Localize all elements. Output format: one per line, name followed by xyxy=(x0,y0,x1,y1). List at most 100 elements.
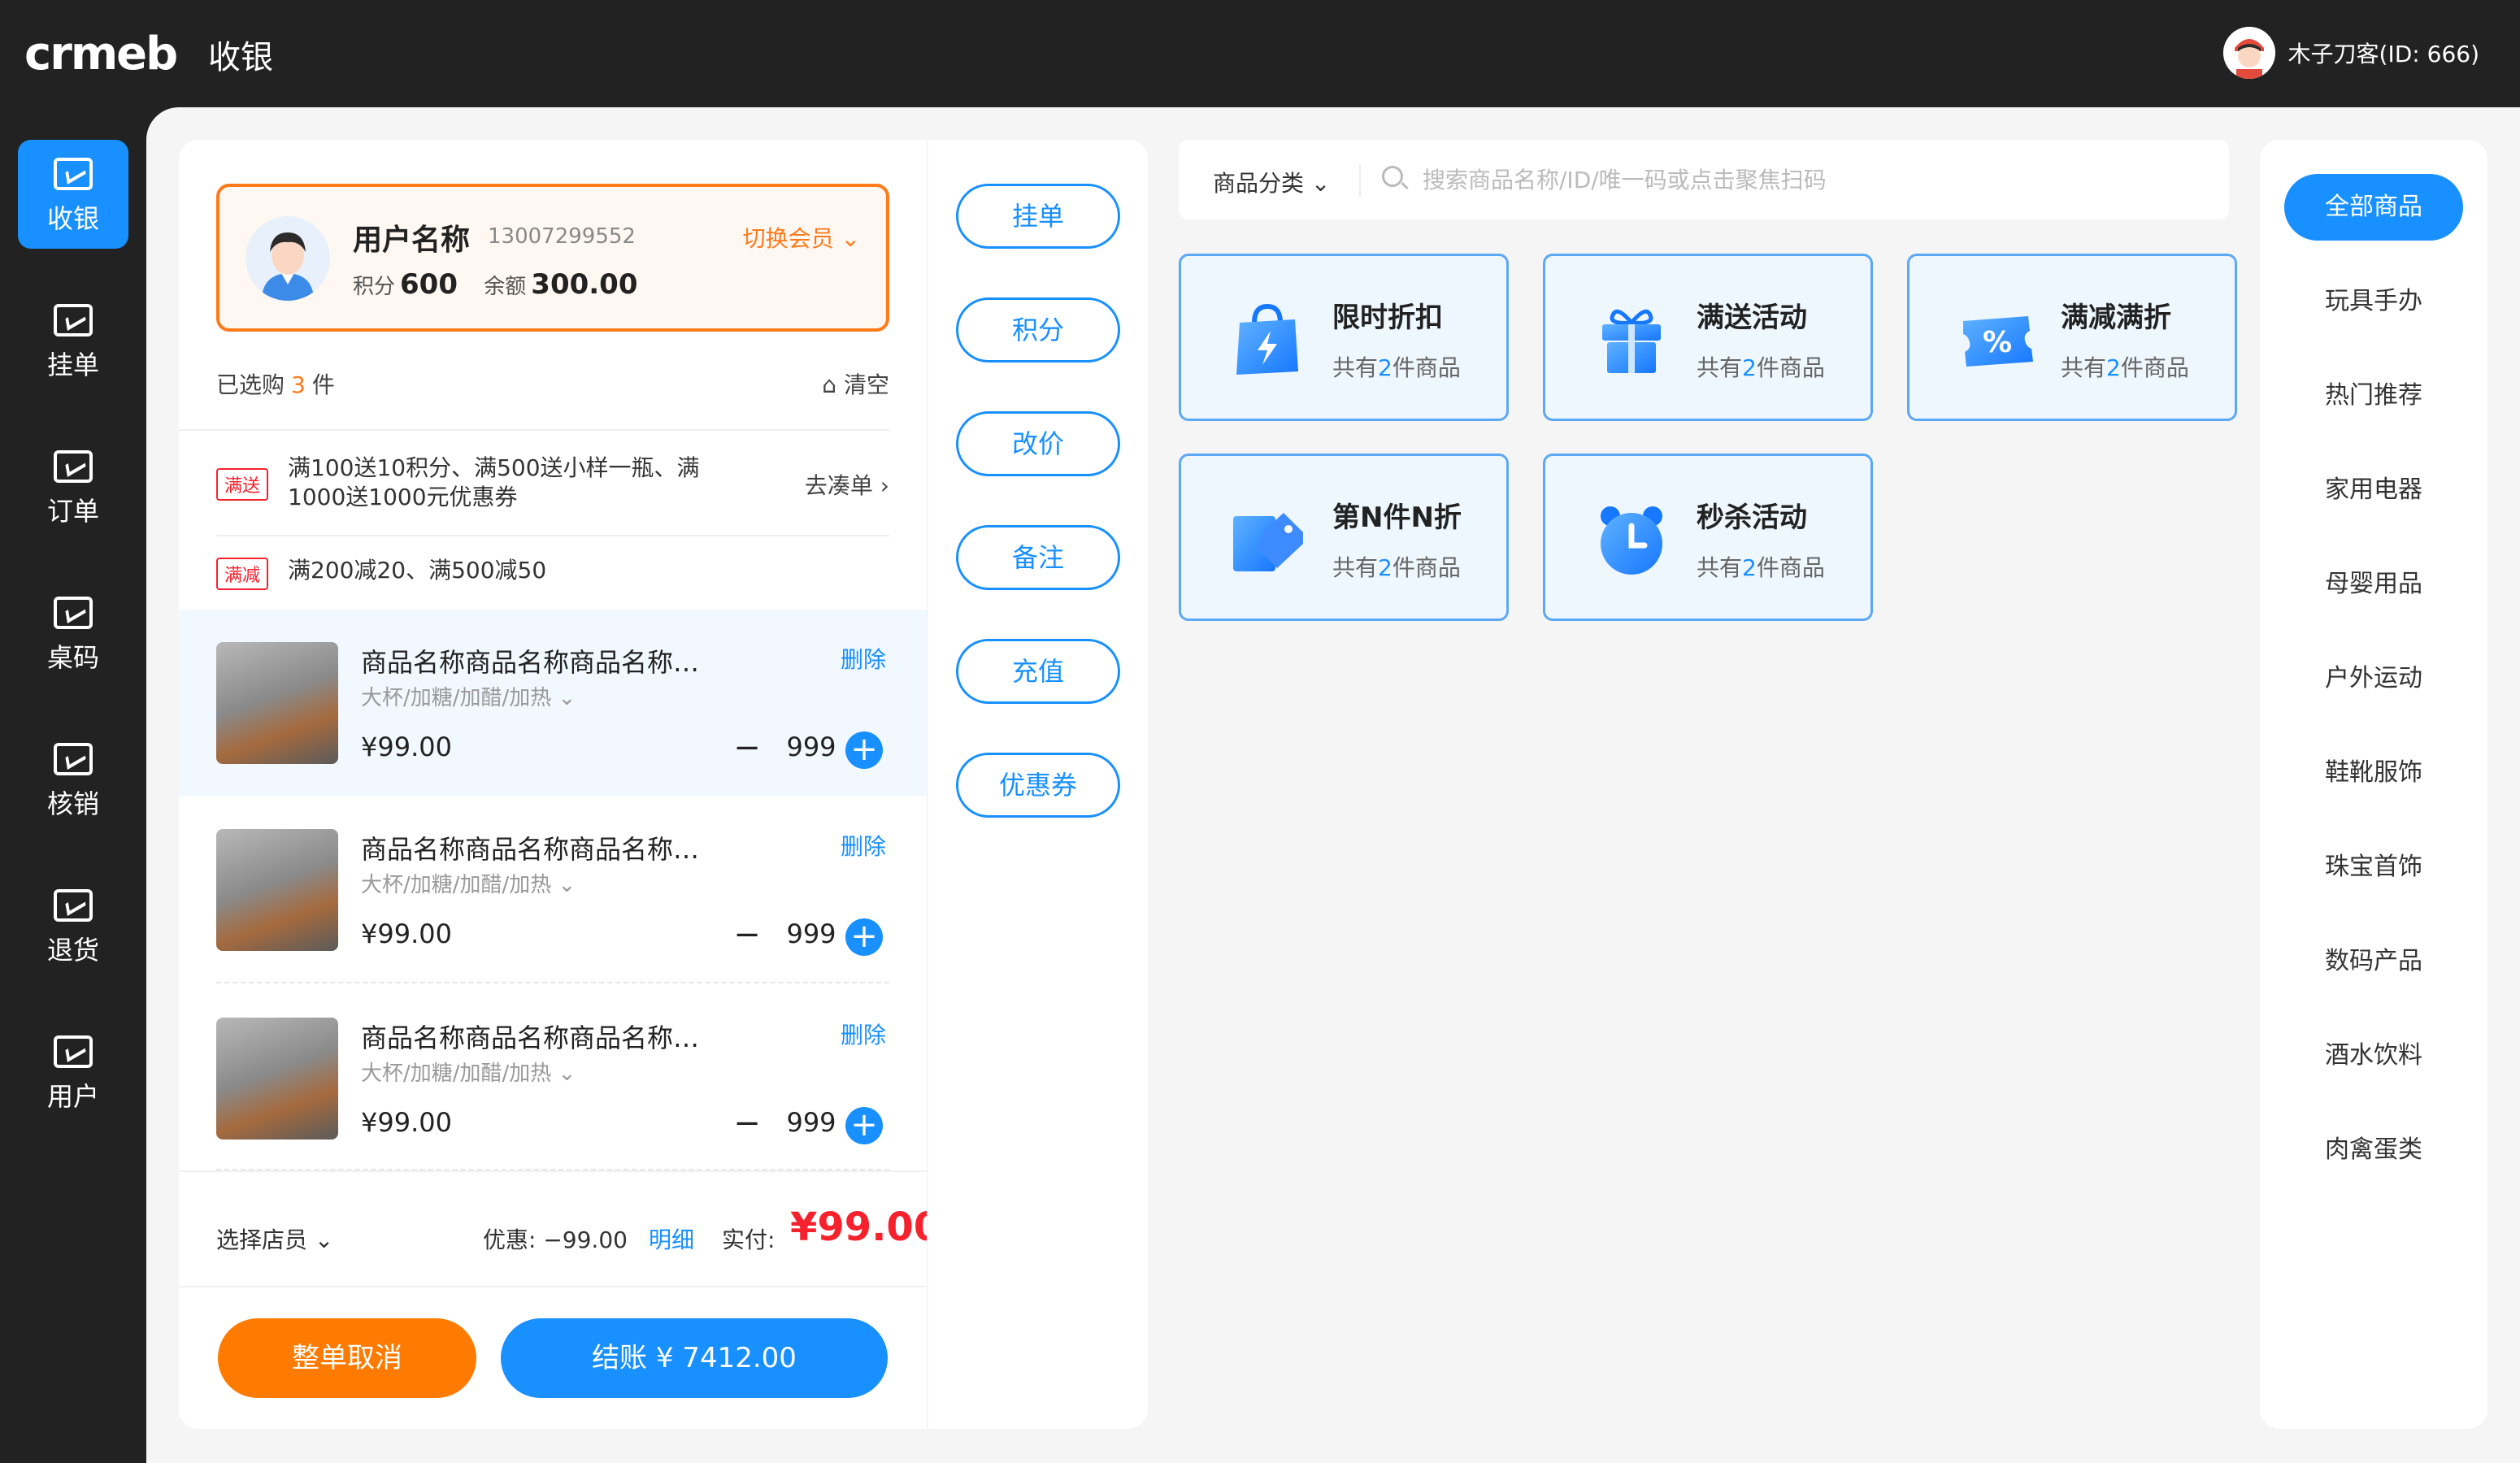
nav-item-table-code[interactable]: 桌码 xyxy=(18,579,128,688)
trash-icon: ⌂ xyxy=(822,371,837,398)
add-on-button[interactable]: 去凑单 › xyxy=(805,468,889,501)
selected-prefix: 已选购 xyxy=(216,371,285,398)
activity-count-suffix: 件商品 xyxy=(1756,554,1825,581)
product-spec-select[interactable]: 大杯/加糖/加醋/加热 ⌄ xyxy=(361,1057,576,1087)
chart-monitor-icon xyxy=(54,597,93,629)
category-item-all[interactable]: 全部商品 xyxy=(2284,174,2463,241)
product-price: ¥99.00 xyxy=(361,1107,452,1138)
delete-item-button[interactable]: 删除 xyxy=(841,829,886,862)
category-item[interactable]: 珠宝首饰 xyxy=(2284,834,2463,901)
user-avatar xyxy=(2222,27,2275,79)
item-quantity[interactable]: 999 xyxy=(777,918,845,949)
shopping-bag-lightning-icon xyxy=(1227,298,1308,380)
member-name: 用户名称 xyxy=(353,224,471,257)
product-name: 商品名称商品名称商品名称… xyxy=(361,1022,700,1053)
activity-title: 第N件N折 xyxy=(1332,501,1462,534)
remark-button[interactable]: 备注 xyxy=(956,525,1120,590)
balance-label: 余额 xyxy=(484,275,527,299)
category-item[interactable]: 热门推荐 xyxy=(2284,362,2463,429)
category-item[interactable]: 母婴用品 xyxy=(2284,551,2463,618)
nav-item-pending[interactable]: 挂单 xyxy=(18,286,128,395)
points-button[interactable]: 积分 xyxy=(956,297,1120,362)
category-item[interactable]: 酒水饮料 xyxy=(2284,1022,2463,1089)
cancel-order-button[interactable]: 整单取消 xyxy=(218,1318,476,1398)
nav-label: 订单 xyxy=(46,496,99,527)
category-item[interactable]: 户外运动 xyxy=(2284,645,2463,712)
select-staff-dropdown[interactable]: 选择店员 ⌄ xyxy=(216,1222,333,1255)
increase-qty-button[interactable]: + xyxy=(845,918,883,956)
activity-card-nth-discount[interactable]: 第N件N折 共有2件商品 xyxy=(1179,454,1509,621)
coupon-button[interactable]: 优惠券 xyxy=(956,753,1120,818)
category-item[interactable]: 数码产品 xyxy=(2284,928,2463,995)
chart-monitor-icon xyxy=(54,158,93,190)
product-spec-select[interactable]: 大杯/加糖/加醋/加热 ⌄ xyxy=(361,681,576,711)
activity-card-flash-discount[interactable]: 限时折扣 共有2件商品 xyxy=(1179,254,1509,421)
divider xyxy=(1359,164,1361,197)
top-bar: crmeb 收银 木子刀客(ID: 666) xyxy=(0,0,2520,107)
chart-monitor-icon xyxy=(54,743,93,775)
delete-item-button[interactable]: 删除 xyxy=(841,642,886,675)
decrease-qty-button[interactable]: − xyxy=(728,730,766,767)
selected-suffix: 件 xyxy=(311,371,335,398)
item-quantity[interactable]: 999 xyxy=(777,1107,845,1138)
promo-text: 满200减20、满500减50 xyxy=(288,557,547,584)
chevron-down-icon: ⌄ xyxy=(841,225,860,252)
nav-item-users[interactable]: 用户 xyxy=(18,1018,128,1127)
discount-summary: 优惠: −99.00 xyxy=(483,1222,628,1255)
increase-qty-button[interactable]: + xyxy=(845,1107,883,1144)
increase-qty-button[interactable]: + xyxy=(845,732,883,769)
activity-title: 满送活动 xyxy=(1697,302,1807,334)
member-stats: 积分 600 余额 300.00 xyxy=(353,268,657,301)
product-spec-select[interactable]: 大杯/加糖/加醋/加热 ⌄ xyxy=(361,868,576,898)
recharge-button[interactable]: 充值 xyxy=(956,639,1120,704)
promo-gift: 满送 满100送10积分、满500送小样一瓶、满1000送1000元优惠券 去凑… xyxy=(216,450,889,515)
activity-card-full-reduction[interactable]: % 满减满折 共有2件商品 xyxy=(1907,254,2237,421)
activity-count-suffix: 件商品 xyxy=(2120,354,2189,381)
clear-cart-button[interactable]: ⌂ 清空 xyxy=(822,367,889,400)
category-item[interactable]: 玩具手办 xyxy=(2284,268,2463,335)
switch-member-button[interactable]: 切换会员 ⌄ xyxy=(743,221,860,254)
member-card[interactable]: 用户名称 13007299552 切换会员 ⌄ 积分 600 余额 300.00 xyxy=(216,184,889,332)
hold-order-button[interactable]: 挂单 xyxy=(956,184,1120,249)
divider xyxy=(179,1286,927,1287)
category-item[interactable]: 家用电器 xyxy=(2284,457,2463,523)
activity-count-number: 2 xyxy=(1378,354,1393,381)
change-price-button[interactable]: 改价 xyxy=(956,411,1120,476)
nav-item-verify[interactable]: 核销 xyxy=(18,725,128,834)
divider xyxy=(179,429,889,431)
nav-label: 核销 xyxy=(46,788,99,819)
chart-monitor-icon xyxy=(54,1035,93,1068)
member-phone: 13007299552 xyxy=(488,224,636,249)
nav-item-cashier[interactable]: 收银 xyxy=(18,140,128,249)
activity-title: 限时折扣 xyxy=(1332,302,1443,334)
activity-count: 共有2件商品 xyxy=(2061,350,2189,383)
discount-label: 优惠: xyxy=(483,1226,537,1253)
decrease-qty-button[interactable]: − xyxy=(728,917,766,954)
gift-icon xyxy=(1591,298,1672,380)
discount-value: −99.00 xyxy=(543,1226,628,1253)
nav-item-returns[interactable]: 退货 xyxy=(18,871,128,980)
nav-item-orders[interactable]: 订单 xyxy=(18,432,128,541)
activity-card-flash-sale[interactable]: 秒杀活动 共有2件商品 xyxy=(1543,454,1873,621)
promo-text: 满100送10积分、满500送小样一瓶、满1000送1000元优惠券 xyxy=(288,454,700,510)
product-name: 商品名称商品名称商品名称… xyxy=(361,834,700,865)
selected-count: 3 xyxy=(291,371,306,398)
nav-label: 用户 xyxy=(46,1081,99,1112)
category-item[interactable]: 鞋靴服饰 xyxy=(2284,740,2463,806)
checkout-button[interactable]: 结账 ¥ 7412.00 xyxy=(501,1318,888,1398)
divider xyxy=(216,982,889,983)
cart-panel: 用户名称 13007299552 切换会员 ⌄ 积分 600 余额 300.00 已… xyxy=(179,140,927,1429)
current-user[interactable]: 木子刀客(ID: 666) xyxy=(2222,26,2479,80)
product-price: ¥99.00 xyxy=(361,732,452,762)
category-dropdown[interactable]: 商品分类 ⌄ xyxy=(1213,166,1330,198)
discount-detail-link[interactable]: 明细 xyxy=(649,1222,694,1255)
search-input[interactable] xyxy=(1423,159,2203,200)
activity-card-gift[interactable]: 满送活动 共有2件商品 xyxy=(1543,254,1873,421)
switch-member-label: 切换会员 xyxy=(742,225,834,252)
item-quantity[interactable]: 999 xyxy=(777,732,845,762)
action-column: 挂单 积分 改价 备注 充值 优惠券 xyxy=(928,140,1148,1429)
decrease-qty-button[interactable]: − xyxy=(728,1105,766,1143)
delete-item-button[interactable]: 删除 xyxy=(841,1018,886,1050)
activity-title: 满减满折 xyxy=(2061,302,2171,334)
category-item[interactable]: 肉禽蛋类 xyxy=(2284,1117,2463,1183)
